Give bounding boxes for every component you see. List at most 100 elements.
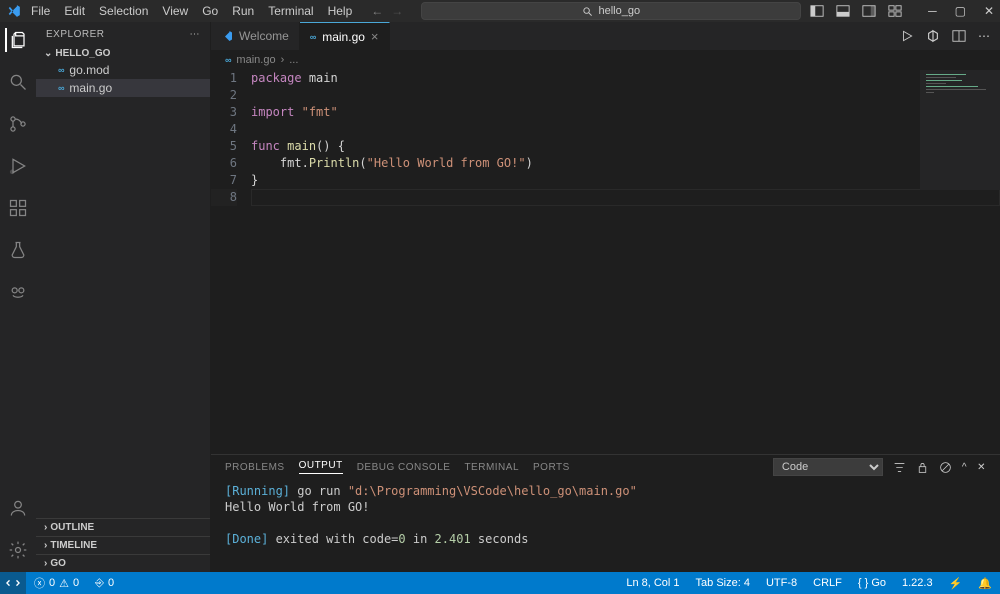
panel-lock-icon[interactable]	[916, 461, 929, 474]
vscode-tab-icon	[221, 30, 233, 42]
root-folder[interactable]: ⌄ HELLO_GO	[36, 46, 210, 61]
code-content[interactable]: package main import "fmt" func main() { …	[245, 70, 1000, 454]
file-go-mod[interactable]: ∞go.mod	[36, 61, 210, 79]
bottom-panel: PROBLEMS OUTPUT DEBUG CONSOLE TERMINAL PORTS…	[211, 454, 1000, 572]
minimize-icon[interactable]: ─	[928, 4, 937, 18]
panel-tab-terminal[interactable]: TERMINAL	[464, 462, 519, 473]
output-panel-body[interactable]: [Running] go run "d:\Programming\VSCode\…	[211, 479, 1000, 572]
close-icon[interactable]: ✕	[984, 4, 994, 18]
extensions-icon[interactable]	[6, 196, 30, 220]
go-activity-icon[interactable]	[6, 280, 30, 304]
warning-icon: ⚠	[59, 577, 69, 590]
editor-tabs: Welcome ∞ main.go × ⋯	[211, 22, 1000, 50]
output-channel-selector[interactable]: Code	[773, 458, 883, 476]
source-control-icon[interactable]	[6, 112, 30, 136]
file-tree: ⌄ HELLO_GO ∞go.mod∞main.go	[36, 46, 210, 518]
explorer-icon[interactable]	[5, 28, 29, 52]
error-icon: ⓧ	[34, 575, 45, 591]
menu-go[interactable]: Go	[195, 2, 225, 20]
run-debug-icon[interactable]	[6, 154, 30, 178]
section-timeline[interactable]: › TIMELINE	[36, 536, 210, 554]
nav-arrows: ← →	[371, 4, 403, 18]
tab-close-icon[interactable]: ×	[371, 29, 379, 44]
panel-filter-icon[interactable]	[893, 461, 906, 474]
testing-icon[interactable]	[6, 238, 30, 262]
editor-layout-icon[interactable]	[952, 29, 966, 43]
panel-tab-output[interactable]: OUTPUT	[299, 460, 343, 474]
menu-run[interactable]: Run	[225, 2, 261, 20]
nav-back-icon[interactable]: ←	[371, 4, 383, 18]
chevron-down-icon: ⌄	[44, 48, 52, 59]
status-item[interactable]: CRLF	[805, 577, 850, 590]
status-item[interactable]: { } Go	[850, 577, 894, 590]
tab-label: Welcome	[239, 29, 289, 43]
title-right-controls: ─ ▢ ✕	[810, 4, 994, 18]
status-ports[interactable]: ⎆0	[87, 577, 122, 590]
warning-count: 0	[73, 577, 79, 589]
panel-close-icon[interactable]: ✕	[977, 462, 986, 473]
code-editor[interactable]: 12345678 package main import "fmt" func …	[211, 70, 1000, 454]
panel-tab-problems[interactable]: PROBLEMS	[225, 462, 285, 473]
activity-bar	[0, 22, 36, 572]
panel-tabs: PROBLEMS OUTPUT DEBUG CONSOLE TERMINAL PORTS…	[211, 455, 1000, 479]
remote-indicator-icon[interactable]	[0, 572, 26, 594]
sidebar-explorer: EXPLORER ⋯ ⌄ HELLO_GO ∞go.mod∞main.go › …	[36, 22, 211, 572]
status-item[interactable]: Tab Size: 4	[688, 577, 758, 590]
more-actions-icon[interactable]: ⋯	[978, 29, 990, 43]
layout-toggle-left-icon[interactable]	[810, 4, 824, 18]
layout-toggle-bottom-icon[interactable]	[836, 4, 850, 18]
breadcrumb-file: main.go	[236, 54, 275, 66]
panel-maximize-icon[interactable]: ^	[962, 462, 967, 473]
panel-tab-debug-console[interactable]: DEBUG CONSOLE	[357, 462, 451, 473]
menu-selection[interactable]: Selection	[92, 2, 155, 20]
chevron-right-icon: ›	[44, 540, 47, 551]
run-icon[interactable]	[900, 29, 914, 43]
line-gutter: 12345678	[211, 70, 245, 454]
section-outline[interactable]: › OUTLINE	[36, 518, 210, 536]
breadcrumb-rest: ...	[289, 54, 298, 66]
go-file-icon: ∞	[225, 55, 231, 65]
menu-view[interactable]: View	[155, 2, 195, 20]
minimap[interactable]	[920, 70, 1000, 190]
breadcrumb[interactable]: ∞ main.go › ...	[211, 50, 1000, 70]
customize-layout-icon[interactable]	[888, 4, 902, 18]
file-main-go[interactable]: ∞main.go	[36, 79, 210, 97]
nav-forward-icon[interactable]: →	[391, 4, 403, 18]
menu-edit[interactable]: Edit	[57, 2, 92, 20]
menu-terminal[interactable]: Terminal	[261, 2, 320, 20]
explorer-more-icon[interactable]: ⋯	[190, 29, 201, 40]
search-text: hello_go	[598, 5, 640, 17]
split-editor-icon[interactable]	[926, 29, 940, 43]
error-count: 0	[49, 577, 55, 589]
explorer-title: EXPLORER	[46, 29, 104, 40]
status-item[interactable]: 1.22.3	[894, 577, 941, 590]
status-bar: ⓧ 0 ⚠ 0 ⎆0 Ln 8, Col 1Tab Size: 4UTF-8CRLF…	[0, 572, 1000, 594]
status-right: Ln 8, Col 1Tab Size: 4UTF-8CRLF{ } Go1.2…	[618, 577, 970, 590]
accounts-icon[interactable]	[6, 496, 30, 520]
panel-right-controls: Code ^ ✕	[773, 458, 986, 476]
tab-main-go[interactable]: ∞ main.go ×	[300, 22, 390, 50]
menu-file[interactable]: File	[24, 2, 57, 20]
section-go[interactable]: › GO	[36, 554, 210, 572]
panel-tab-ports[interactable]: PORTS	[533, 462, 570, 473]
tab-label: main.go	[322, 30, 365, 44]
layout-toggle-right-icon[interactable]	[862, 4, 876, 18]
status-problems[interactable]: ⓧ 0 ⚠ 0	[26, 575, 87, 591]
status-item[interactable]: Ln 8, Col 1	[618, 577, 687, 590]
editor-area: Welcome ∞ main.go × ⋯ ∞ main.go › ... 12345…	[211, 22, 1000, 572]
panel-clear-icon[interactable]	[939, 461, 952, 474]
command-center-search[interactable]: hello_go	[421, 2, 801, 20]
search-activity-icon[interactable]	[6, 70, 30, 94]
menu-help[interactable]: Help	[321, 2, 360, 20]
vscode-logo-icon	[6, 3, 22, 19]
status-item[interactable]: UTF-8	[758, 577, 805, 590]
maximize-icon[interactable]: ▢	[955, 4, 966, 18]
settings-gear-icon[interactable]	[6, 538, 30, 562]
status-item[interactable]: ⚡	[941, 577, 971, 590]
notifications-icon[interactable]: 🔔	[970, 577, 1000, 590]
ports-icon: ⎆	[95, 577, 104, 590]
go-file-icon: ∞	[58, 83, 64, 93]
go-file-icon: ∞	[310, 32, 316, 42]
tab-welcome[interactable]: Welcome	[211, 22, 300, 50]
chevron-right-icon: ›	[44, 522, 47, 533]
